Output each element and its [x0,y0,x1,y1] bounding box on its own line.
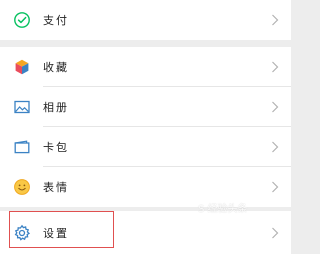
menu-item-stickers-label: 表情 [43,181,69,194]
chevron-right-icon [271,101,279,113]
watermark: S 经验头条 [198,204,248,215]
menu-item-settings-label: 设置 [43,226,69,240]
menu-item-album[interactable]: 相册 [0,87,291,127]
settings-group: 设置 [0,211,291,254]
favorites-cube-icon [13,58,31,76]
services-group: 收藏 相册 卡包 表情 [0,47,291,207]
menu-item-card-pack-label: 卡包 [43,141,69,154]
chevron-right-icon [271,181,279,193]
smiley-face-icon [13,178,31,196]
menu-item-payment-label: 支付 [43,14,69,27]
menu-item-settings[interactable]: 设置 [0,211,291,254]
chevron-right-icon [271,14,279,26]
menu-item-favorites[interactable]: 收藏 [0,47,291,87]
gear-icon [13,224,31,242]
menu-item-payment[interactable]: 支付 [0,0,291,40]
payment-group: 支付 [0,0,291,40]
wechat-pay-icon [13,11,31,29]
chevron-right-icon [271,141,279,153]
menu-item-album-label: 相册 [43,101,69,114]
chevron-right-icon [271,61,279,73]
wechat-me-page: 支付 收藏 相册 卡包 表情 设置 S 经验头条 [0,0,291,254]
menu-item-card-pack[interactable]: 卡包 [0,127,291,167]
chevron-right-icon [271,227,279,239]
photo-album-icon [13,98,31,116]
menu-item-favorites-label: 收藏 [43,61,69,74]
card-wallet-icon [13,138,31,156]
